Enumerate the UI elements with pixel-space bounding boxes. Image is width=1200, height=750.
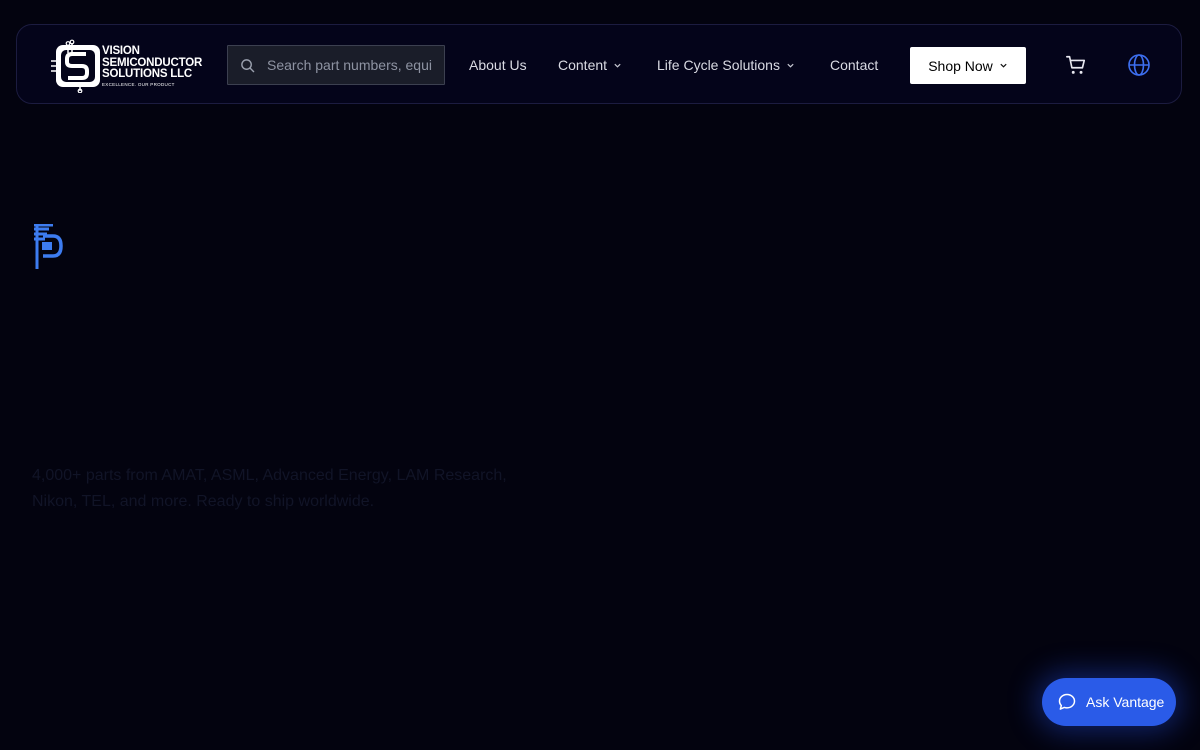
chevron-down-icon xyxy=(614,63,621,68)
search-icon xyxy=(241,59,255,73)
search-box[interactable] xyxy=(227,45,445,85)
shop-now-label: Shop Now xyxy=(928,57,993,74)
hero-description: 4,000+ parts from AMAT, ASML, Advanced E… xyxy=(32,467,507,510)
logo-line-3: SOLUTIONS LLC xyxy=(102,68,193,80)
nav-contact-label: Contact xyxy=(830,57,879,73)
circuit-logo-icon xyxy=(51,39,100,93)
nav-about-us[interactable]: About Us xyxy=(469,55,527,75)
nav-about-us-label: About Us xyxy=(469,57,527,73)
chat-bubble-icon xyxy=(1058,693,1076,710)
logo-line-1: VISION xyxy=(102,45,140,57)
nav-life-cycle-label: Life Cycle Solutions xyxy=(657,57,780,73)
chevron-down-icon xyxy=(1000,63,1007,68)
chevron-down-icon xyxy=(787,63,794,68)
company-logo[interactable]: VISION SEMICONDUCTOR SOLUTIONS LLC EXCEL… xyxy=(50,39,205,93)
cart-icon[interactable] xyxy=(1065,54,1087,76)
globe-icon[interactable] xyxy=(1127,53,1151,77)
nav-content[interactable]: Content xyxy=(558,55,622,75)
shop-now-button[interactable]: Shop Now xyxy=(910,47,1026,84)
nav-life-cycle-solutions[interactable]: Life Cycle Solutions xyxy=(657,55,795,75)
nav-contact[interactable]: Contact xyxy=(830,55,878,75)
logo-wordmark: VISION SEMICONDUCTOR SOLUTIONS LLC EXCEL… xyxy=(102,45,202,88)
logo-tagline: EXCELLENCE. OUR PRODUCT xyxy=(102,81,175,87)
ask-vantage-button[interactable]: Ask Vantage xyxy=(1042,678,1176,726)
ask-vantage-label: Ask Vantage xyxy=(1086,694,1165,710)
search-input[interactable] xyxy=(267,46,432,84)
nav-content-label: Content xyxy=(558,57,608,73)
hero-glyph-icon xyxy=(34,224,63,269)
top-navbar: VISION SEMICONDUCTOR SOLUTIONS LLC EXCEL… xyxy=(16,24,1182,104)
